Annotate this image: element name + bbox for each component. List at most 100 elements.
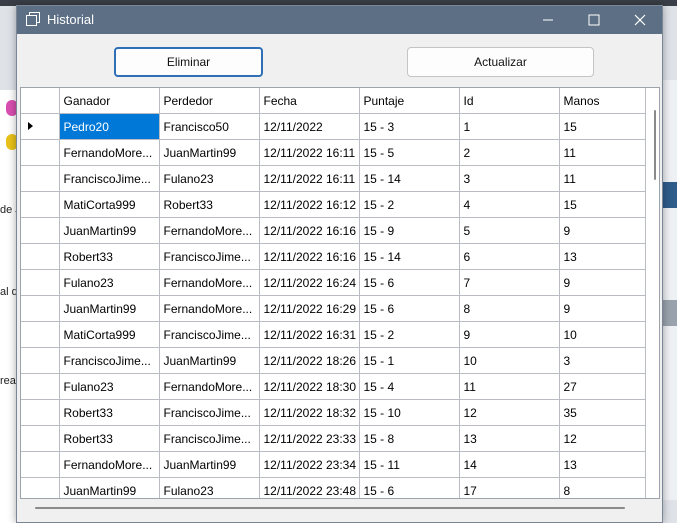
cell-id[interactable]: 8 xyxy=(458,295,560,322)
cell-puntaje[interactable]: 15 - 6 xyxy=(358,269,460,296)
cell-id[interactable]: 7 xyxy=(458,269,560,296)
cell-ganador[interactable]: Fulano23 xyxy=(58,373,160,400)
cell-id[interactable]: 1 xyxy=(458,113,560,140)
cell-puntaje[interactable]: 15 - 3 xyxy=(358,113,460,140)
horizontal-scroll-thumb[interactable] xyxy=(35,507,625,509)
cell-ganador[interactable]: MatiCorta999 xyxy=(58,321,160,348)
cell-fecha[interactable]: 12/11/2022 16:11 xyxy=(258,139,360,166)
cell-manos[interactable]: 3 xyxy=(558,347,646,374)
table-row[interactable]: JuanMartin99 FernandoMore... 12/11/2022 16… xyxy=(21,295,646,322)
row-header[interactable] xyxy=(21,139,60,166)
refresh-button[interactable]: Actualizar xyxy=(407,47,594,77)
cell-fecha[interactable]: 12/11/2022 23:34 xyxy=(258,451,360,478)
title-bar[interactable]: Historial xyxy=(17,6,662,34)
cell-ganador[interactable]: Robert33 xyxy=(58,243,160,270)
cell-puntaje[interactable]: 15 - 8 xyxy=(358,425,460,452)
cell-id[interactable]: 10 xyxy=(458,347,560,374)
row-header[interactable] xyxy=(21,399,60,426)
cell-id[interactable]: 6 xyxy=(458,243,560,270)
cell-fecha[interactable]: 12/11/2022 16:31 xyxy=(258,321,360,348)
cell-ganador[interactable]: FranciscoJime... xyxy=(58,165,160,192)
cell-ganador[interactable]: MatiCorta999 xyxy=(58,191,160,218)
cell-perdedor[interactable]: FernandoMore... xyxy=(158,295,260,322)
cell-manos[interactable]: 10 xyxy=(558,321,646,348)
cell-perdedor[interactable]: JuanMartin99 xyxy=(158,139,260,166)
cell-id[interactable]: 13 xyxy=(458,425,560,452)
cell-manos[interactable]: 8 xyxy=(558,477,646,498)
close-button[interactable] xyxy=(617,6,663,34)
cell-fecha[interactable]: 12/11/2022 16:16 xyxy=(258,243,360,270)
cell-ganador[interactable]: Robert33 xyxy=(58,399,160,426)
column-header-ganador[interactable]: Ganador xyxy=(58,88,160,114)
cell-manos[interactable]: 11 xyxy=(558,139,646,166)
delete-button[interactable]: Eliminar xyxy=(114,47,263,77)
cell-puntaje[interactable]: 15 - 6 xyxy=(358,477,460,498)
cell-id[interactable]: 3 xyxy=(458,165,560,192)
cell-fecha[interactable]: 12/11/2022 xyxy=(258,113,360,140)
cell-puntaje[interactable]: 15 - 2 xyxy=(358,191,460,218)
cell-fecha[interactable]: 12/11/2022 16:12 xyxy=(258,191,360,218)
cell-manos[interactable]: 27 xyxy=(558,373,646,400)
cell-puntaje[interactable]: 15 - 10 xyxy=(358,399,460,426)
table-row[interactable]: Pedro20 Francisco50 12/11/2022 15 - 3 1 15 xyxy=(21,113,646,140)
cell-id[interactable]: 12 xyxy=(458,399,560,426)
cell-puntaje[interactable]: 15 - 14 xyxy=(358,165,460,192)
cell-puntaje[interactable]: 15 - 14 xyxy=(358,243,460,270)
cell-perdedor[interactable]: Robert33 xyxy=(158,191,260,218)
history-grid[interactable]: Ganador Perdedor Fecha Puntaje Id Manos … xyxy=(20,87,660,499)
cell-puntaje[interactable]: 15 - 2 xyxy=(358,321,460,348)
cell-perdedor[interactable]: JuanMartin99 xyxy=(158,451,260,478)
cell-fecha[interactable]: 12/11/2022 16:16 xyxy=(258,217,360,244)
cell-manos[interactable]: 11 xyxy=(558,165,646,192)
table-row[interactable]: MatiCorta999 Robert33 12/11/2022 16:12 15 -… xyxy=(21,191,646,218)
row-header[interactable] xyxy=(21,373,60,400)
cell-perdedor[interactable]: FranciscoJime... xyxy=(158,321,260,348)
cell-fecha[interactable]: 12/11/2022 18:32 xyxy=(258,399,360,426)
cell-ganador[interactable]: FernandoMore... xyxy=(58,139,160,166)
row-header[interactable] xyxy=(21,165,60,192)
cell-manos[interactable]: 35 xyxy=(558,399,646,426)
row-header[interactable] xyxy=(21,191,60,218)
table-row[interactable]: Robert33 FranciscoJime... 12/11/2022 18:32… xyxy=(21,399,646,426)
cell-manos[interactable]: 13 xyxy=(558,451,646,478)
table-row[interactable]: FranciscoJime... JuanMartin99 12/11/2022 1… xyxy=(21,347,646,374)
cell-manos[interactable]: 9 xyxy=(558,269,646,296)
cell-ganador[interactable]: Fulano23 xyxy=(58,269,160,296)
cell-id[interactable]: 11 xyxy=(458,373,560,400)
table-row[interactable]: FernandoMore... JuanMartin99 12/11/2022 23… xyxy=(21,451,646,478)
column-header-fecha[interactable]: Fecha xyxy=(258,88,360,114)
cell-perdedor[interactable]: FernandoMore... xyxy=(158,373,260,400)
vertical-scrollbar[interactable] xyxy=(652,110,658,495)
column-header-perdedor[interactable]: Perdedor xyxy=(158,88,260,114)
cell-perdedor[interactable]: FranciscoJime... xyxy=(158,399,260,426)
column-header-id[interactable]: Id xyxy=(458,88,560,114)
cell-puntaje[interactable]: 15 - 9 xyxy=(358,217,460,244)
cell-ganador[interactable]: FernandoMore... xyxy=(58,451,160,478)
row-header[interactable] xyxy=(21,295,60,322)
row-header[interactable] xyxy=(21,321,60,348)
cell-manos[interactable]: 13 xyxy=(558,243,646,270)
cell-ganador[interactable]: JuanMartin99 xyxy=(58,217,160,244)
table-row[interactable]: MatiCorta999 FranciscoJime... 12/11/2022 1… xyxy=(21,321,646,348)
table-row[interactable]: Robert33 FranciscoJime... 12/11/2022 16:16… xyxy=(21,243,646,270)
cell-perdedor[interactable]: Francisco50 xyxy=(158,113,260,140)
row-header[interactable] xyxy=(21,269,60,296)
cell-fecha[interactable]: 12/11/2022 16:29 xyxy=(258,295,360,322)
cell-ganador[interactable]: FranciscoJime... xyxy=(58,347,160,374)
row-header[interactable] xyxy=(21,113,60,140)
cell-manos[interactable]: 15 xyxy=(558,113,646,140)
cell-ganador[interactable]: Pedro20 xyxy=(58,113,160,140)
cell-manos[interactable]: 12 xyxy=(558,425,646,452)
cell-id[interactable]: 17 xyxy=(458,477,560,498)
table-row[interactable]: Robert33 FranciscoJime... 12/11/2022 23:33… xyxy=(21,425,646,452)
cell-fecha[interactable]: 12/11/2022 18:26 xyxy=(258,347,360,374)
row-header[interactable] xyxy=(21,477,60,498)
minimize-button[interactable] xyxy=(525,6,571,34)
cell-manos[interactable]: 15 xyxy=(558,191,646,218)
cell-manos[interactable]: 9 xyxy=(558,217,646,244)
cell-puntaje[interactable]: 15 - 5 xyxy=(358,139,460,166)
cell-fecha[interactable]: 12/11/2022 18:30 xyxy=(258,373,360,400)
cell-fecha[interactable]: 12/11/2022 23:48 xyxy=(258,477,360,498)
cell-puntaje[interactable]: 15 - 11 xyxy=(358,451,460,478)
row-header[interactable] xyxy=(21,451,60,478)
